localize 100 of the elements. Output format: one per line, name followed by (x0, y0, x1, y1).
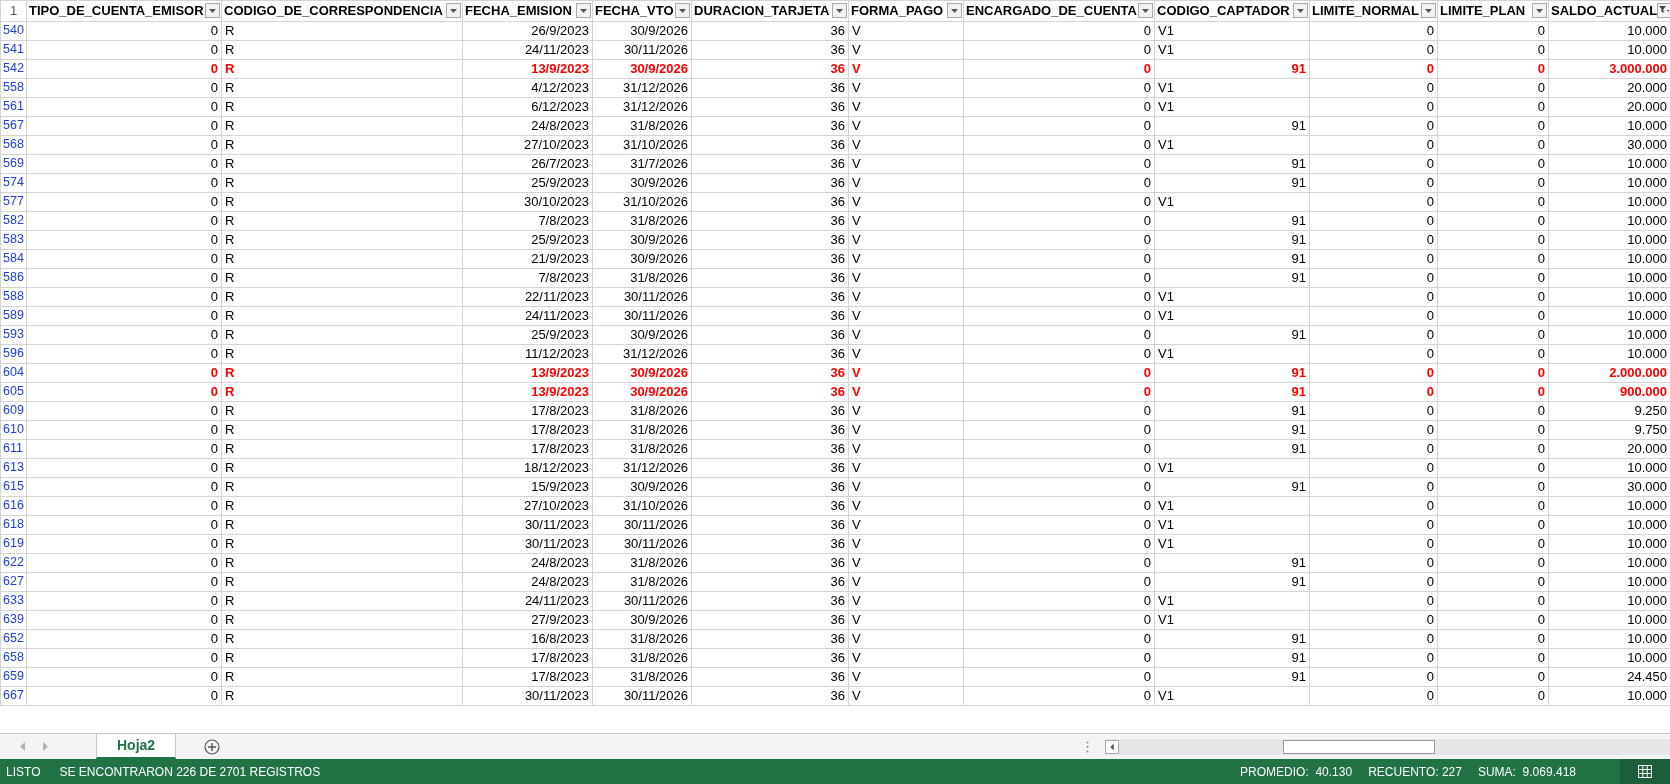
filter-button[interactable] (1657, 3, 1670, 19)
table-cell: 91 (1154, 401, 1310, 420)
table-cell: 0 (1437, 572, 1549, 591)
table-cell: 31/8/2026 (592, 401, 692, 420)
scrollbar-thumb[interactable] (1283, 739, 1435, 754)
row-number[interactable]: 619 (0, 534, 27, 553)
table-cell: 0 (26, 477, 222, 496)
sheet-tab[interactable]: Hoja2 (96, 734, 177, 759)
row-number[interactable]: 605 (0, 382, 27, 401)
row-number[interactable]: 659 (0, 667, 27, 686)
table-cell: 0 (1437, 211, 1549, 230)
table-cell: V (848, 59, 964, 78)
filter-dropdown-button[interactable] (1532, 3, 1547, 19)
table-cell: V (848, 591, 964, 610)
table-cell: 0 (1309, 439, 1438, 458)
table-cell: V1 (1154, 515, 1310, 534)
row-number[interactable]: 615 (0, 477, 27, 496)
table-cell: 0 (26, 553, 222, 572)
filter-dropdown-button[interactable] (1293, 3, 1308, 19)
row-number[interactable]: 593 (0, 325, 27, 344)
table-cell: 11/12/2023 (462, 344, 593, 363)
row-number[interactable]: 569 (0, 154, 27, 173)
splitter-handle-icon[interactable] (1086, 740, 1089, 753)
filter-dropdown-button[interactable] (832, 3, 847, 19)
table-cell: 0 (963, 40, 1155, 59)
table-cell: V (848, 496, 964, 515)
row-number[interactable]: 582 (0, 211, 27, 230)
filter-dropdown-button[interactable] (1421, 3, 1436, 19)
column-header: CODIGO_CAPTADOR (1157, 2, 1290, 20)
table-cell: 36 (691, 458, 849, 477)
scroll-left-icon[interactable] (1105, 739, 1119, 754)
table-cell: 0 (1309, 325, 1438, 344)
row-number[interactable]: 542 (0, 59, 27, 78)
row-number[interactable]: 574 (0, 173, 27, 192)
table-cell: V (848, 306, 964, 325)
table-cell: 24/8/2023 (462, 116, 593, 135)
row-number[interactable]: 618 (0, 515, 27, 534)
add-sheet-icon[interactable] (204, 738, 221, 755)
table-cell: 30/9/2026 (592, 21, 692, 40)
row-number[interactable]: 541 (0, 40, 27, 59)
row-number[interactable]: 609 (0, 401, 27, 420)
row-number[interactable]: 596 (0, 344, 27, 363)
filter-dropdown-button[interactable] (205, 3, 220, 19)
row-number[interactable]: 611 (0, 439, 27, 458)
table-cell: 36 (691, 268, 849, 287)
table-cell: 24/11/2023 (462, 591, 593, 610)
table-cell: 36 (691, 230, 849, 249)
table-cell: 31/8/2026 (592, 553, 692, 572)
row-number[interactable]: 610 (0, 420, 27, 439)
table-cell: 0 (1437, 40, 1549, 59)
horizontal-scrollbar[interactable] (1105, 738, 1670, 755)
row-number[interactable]: 586 (0, 268, 27, 287)
row-number[interactable]: 627 (0, 572, 27, 591)
row-number[interactable]: 622 (0, 553, 27, 572)
table-cell: 0 (26, 401, 222, 420)
row-number[interactable]: 558 (0, 78, 27, 97)
table-cell: R (221, 192, 463, 211)
row-number[interactable]: 540 (0, 21, 27, 40)
row-number[interactable]: 584 (0, 249, 27, 268)
table-cell: 91 (1154, 420, 1310, 439)
filter-dropdown-button[interactable] (675, 3, 690, 19)
row-number[interactable]: 588 (0, 287, 27, 306)
table-cell: 36 (691, 135, 849, 154)
filter-dropdown-button[interactable] (446, 3, 461, 19)
row-number[interactable]: 567 (0, 116, 27, 135)
table-cell: V (848, 249, 964, 268)
table-cell: 36 (691, 667, 849, 686)
row-number[interactable]: 577 (0, 192, 27, 211)
row-number[interactable]: 583 (0, 230, 27, 249)
table-cell: 0 (26, 59, 222, 78)
row-number[interactable]: 604 (0, 363, 27, 382)
table-cell: 36 (691, 116, 849, 135)
row-number[interactable]: 589 (0, 306, 27, 325)
row-number[interactable]: 616 (0, 496, 27, 515)
row-number[interactable]: 652 (0, 629, 27, 648)
table-cell: 31/8/2026 (592, 648, 692, 667)
normal-view-icon[interactable] (1638, 765, 1652, 778)
table-cell: 26/9/2023 (462, 21, 593, 40)
column-header: FECHA_VTO (595, 2, 674, 20)
table-cell: 0 (26, 97, 222, 116)
row-number[interactable]: 561 (0, 97, 27, 116)
table-cell: V (848, 458, 964, 477)
filter-dropdown-button[interactable] (576, 3, 591, 19)
row-number[interactable]: 613 (0, 458, 27, 477)
row-number[interactable]: 658 (0, 648, 27, 667)
table-cell: 0 (963, 572, 1155, 591)
filter-dropdown-button[interactable] (1138, 3, 1153, 19)
row-number[interactable]: 639 (0, 610, 27, 629)
table-cell: 0 (26, 363, 222, 382)
caret-icon (580, 8, 587, 13)
row-number[interactable]: 568 (0, 135, 27, 154)
select-all-corner[interactable]: 1 (0, 0, 27, 21)
status-mode: LISTO (5, 763, 41, 781)
row-number[interactable]: 667 (0, 686, 27, 705)
filter-dropdown-button[interactable] (947, 3, 962, 19)
row-number[interactable]: 633 (0, 591, 27, 610)
table-cell: 0 (1309, 572, 1438, 591)
table-cell: 31/10/2026 (592, 135, 692, 154)
table-cell: 36 (691, 344, 849, 363)
table-cell: 36 (691, 78, 849, 97)
